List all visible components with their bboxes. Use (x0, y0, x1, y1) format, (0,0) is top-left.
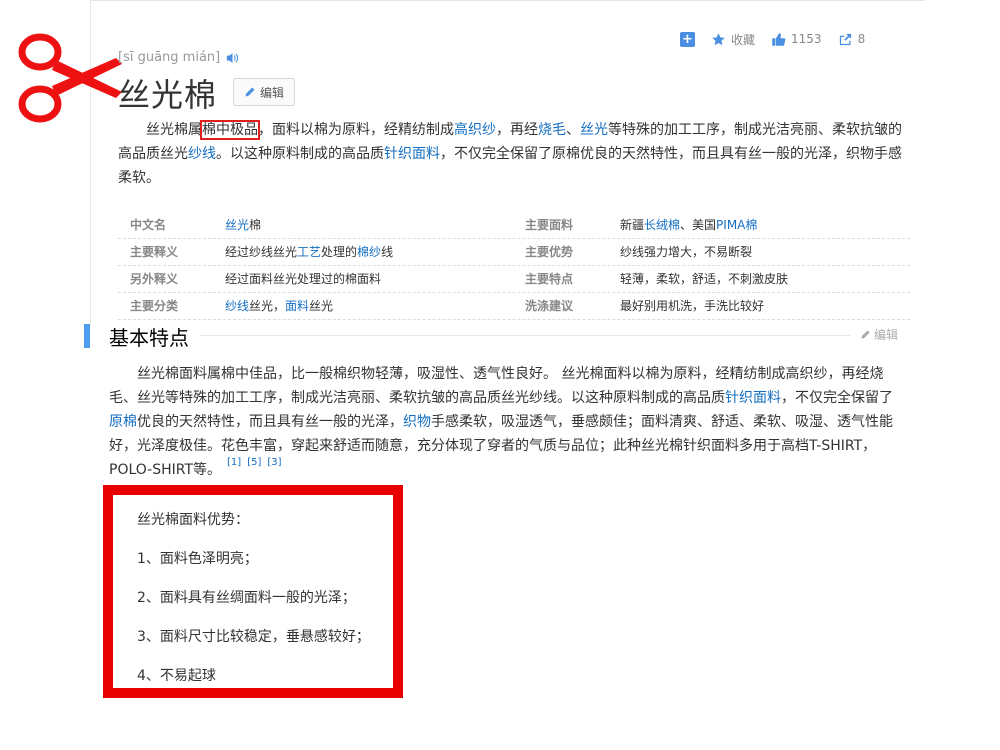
section-edit-link[interactable]: 编辑 (860, 326, 898, 343)
speaker-icon[interactable] (226, 52, 239, 64)
info-key: 主要释义 (130, 245, 179, 259)
summary-text: ，面料以棉为原料，经精纺制成 (258, 122, 454, 138)
info-value: 最好别用机洗，手洗比较好 (620, 299, 765, 313)
link-zhiwu[interactable]: 织物 (403, 414, 431, 430)
info-link[interactable]: 面料 (285, 299, 309, 313)
reference-link[interactable]: [5] (247, 457, 261, 468)
section-edit-label: 编辑 (874, 328, 899, 342)
entry-summary: 丝光棉属棉中极品，面料以棉为原料，经精纺制成高织纱，再经烧毛、丝光等特殊的加工工… (118, 118, 910, 190)
reference-marks: [1] [5] [3] (221, 457, 282, 468)
advantage-item: 1、面料色泽明亮； (137, 551, 258, 567)
link-shaomao[interactable]: 烧毛 (538, 122, 566, 138)
info-value: 经过纱线丝光工艺处理的棉纱线 (225, 239, 525, 265)
info-value: 经过面料丝光处理过的棉面料 (225, 272, 382, 286)
pencil-icon (245, 87, 255, 97)
info-text: 、美国 (680, 218, 717, 232)
section-body: 丝光棉面料属棉中佳品，比一般棉织物轻薄，吸湿性、透气性良好。 丝光棉面料以棉为原… (109, 362, 899, 482)
info-text: 丝光 (309, 299, 334, 313)
highlighted-phrase: 棉中极品 (200, 120, 260, 140)
entry-actions-bar: + 收藏 1153 8 (680, 30, 881, 48)
info-value: 纱线强力增大，不易断裂 (620, 245, 753, 259)
info-text: 经过纱线丝光 (225, 245, 298, 259)
scissors-icon (18, 33, 122, 123)
info-row: 主要分类 纱线丝光，面料丝光 洗涤建议 最好别用机洗，手洗比较好 (118, 293, 910, 320)
info-row: 主要释义 经过纱线丝光工艺处理的棉纱线 主要优势 纱线强力增大，不易断裂 (118, 239, 910, 266)
info-value: 丝光棉 (225, 212, 525, 238)
info-link[interactable]: 工艺 (297, 245, 321, 259)
info-row: 另外释义 经过面料丝光处理过的棉面料 主要特点 轻薄，柔软，舒适，不刺激皮肤 (118, 266, 910, 293)
info-link[interactable]: 纱线 (225, 299, 249, 313)
info-link[interactable]: 长绒棉 (644, 218, 680, 232)
info-value: 纱线丝光，面料丝光 (225, 293, 525, 319)
like-count: 1153 (791, 32, 822, 46)
link-gaozhisha[interactable]: 高织纱 (454, 122, 496, 138)
summary-text: 。以这种原料制成的高品质 (216, 146, 384, 162)
info-link[interactable]: 棉纱 (357, 245, 381, 259)
pinyin-text: [sī guāng mián] (118, 50, 221, 65)
body-text: 优良的天然特性，而且具有丝一般的光泽， (137, 414, 403, 430)
star-icon (712, 32, 725, 45)
advantage-item: 2、面料具有丝绸面料一般的光泽； (137, 590, 356, 606)
collect-label: 收藏 (731, 32, 756, 47)
info-key: 主要优势 (525, 245, 574, 259)
info-key: 主要分类 (130, 299, 179, 313)
info-key: 另外释义 (130, 272, 179, 286)
section-divider (200, 335, 850, 336)
section-accent-bar (84, 324, 90, 348)
summary-text: 、 (566, 122, 580, 138)
info-text: 棉 (249, 218, 262, 232)
advantage-item: 4、不易起球 (137, 668, 216, 684)
link-yuanmian[interactable]: 原棉 (109, 414, 137, 430)
link-zhenzhi-mianliao[interactable]: 针织面料 (384, 146, 440, 162)
plus-icon: + (680, 31, 695, 47)
info-link[interactable]: PIMA棉 (716, 218, 757, 232)
edit-label: 编辑 (259, 85, 284, 100)
info-link[interactable]: 丝光 (225, 218, 249, 232)
info-key: 中文名 (130, 218, 167, 232)
entry-title: 丝光棉 (118, 76, 218, 114)
link-zhenzhi-mianliao[interactable]: 针织面料 (725, 390, 781, 406)
page-top-border (90, 0, 925, 1)
link-shaxian[interactable]: 纱线 (188, 146, 216, 162)
info-value: 轻薄，柔软，舒适，不刺激皮肤 (620, 272, 789, 286)
info-text: 处理的 (321, 245, 358, 259)
pencil-icon (861, 330, 870, 339)
thumbs-up-icon (772, 32, 786, 46)
info-key: 主要面料 (525, 218, 574, 232)
share-icon (839, 33, 851, 45)
summary-text: ，再经 (496, 122, 538, 138)
advantages-box: 丝光棉面料优势： 1、面料色泽明亮； 2、面料具有丝绸面料一般的光泽； 3、面料… (103, 485, 403, 698)
info-row: 中文名 丝光棉 主要面料 新疆长绒棉、美国PIMA棉 (118, 212, 910, 239)
share-count: 8 (857, 32, 866, 46)
basic-info-table: 中文名 丝光棉 主要面料 新疆长绒棉、美国PIMA棉 主要释义 经过纱线丝光工艺… (118, 212, 910, 320)
reference-link[interactable]: [1] (227, 457, 241, 468)
info-value: 新疆长绒棉、美国PIMA棉 (620, 212, 910, 238)
section-title: 基本特点 (109, 322, 197, 351)
share-button[interactable]: 8 (838, 32, 866, 47)
reference-link[interactable]: [3] (267, 457, 281, 468)
info-text: 线 (381, 245, 394, 259)
add-button[interactable]: + (680, 31, 695, 47)
pinyin-label: [sī guāng mián] (118, 50, 239, 65)
like-button[interactable]: 1153 (771, 32, 822, 47)
link-siguang[interactable]: 丝光 (580, 122, 608, 138)
advantages-heading: 丝光棉面料优势： (137, 512, 249, 528)
body-text: ，不仅完全保留了 (781, 390, 893, 406)
info-text: 丝光， (249, 299, 286, 313)
collect-button[interactable]: 收藏 (711, 31, 755, 48)
edit-button[interactable]: 编辑 (233, 78, 295, 106)
info-key: 主要特点 (525, 272, 574, 286)
summary-text: 丝光棉属 (146, 122, 202, 138)
info-text: 新疆 (620, 218, 645, 232)
advantage-item: 3、面料尺寸比较稳定，垂悬感较好； (137, 629, 370, 645)
info-key: 洗涤建议 (525, 299, 574, 313)
